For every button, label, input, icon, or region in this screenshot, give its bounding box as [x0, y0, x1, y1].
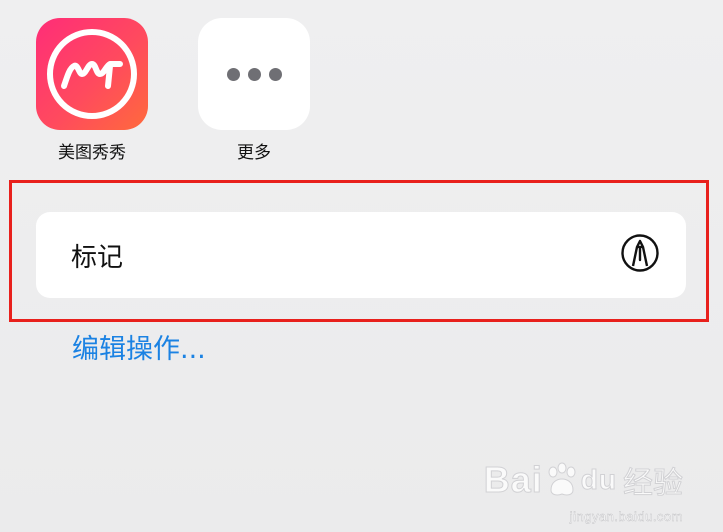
paw-icon — [545, 462, 579, 498]
markup-action-row[interactable]: 标记 — [36, 212, 686, 298]
watermark-url: jingyan.baidu.com — [569, 509, 683, 524]
dot-icon — [226, 67, 240, 81]
watermark-brand-latin: Bai — [483, 459, 543, 501]
app-more[interactable]: 更多 — [198, 18, 310, 163]
watermark-brand-cn: 经验 — [623, 466, 684, 502]
app-label-meitu: 美图秀秀 — [58, 143, 126, 163]
share-sheet-screen: 美图秀秀 更多 标记 编辑操作... Bai du 经验 jingyan.bai… — [0, 0, 723, 532]
more-dots-icon[interactable] — [198, 18, 310, 130]
watermark-brand-latin-suffix: du — [580, 464, 617, 496]
meitu-app-icon[interactable] — [36, 18, 148, 130]
baidu-jingyan-watermark: Bai du 经验 — [483, 458, 684, 502]
markup-pen-icon — [620, 233, 660, 277]
dot-icon — [268, 67, 282, 81]
edit-actions-link[interactable]: 编辑操作... — [72, 327, 206, 366]
markup-action-label: 标记 — [71, 242, 124, 273]
app-label-more: 更多 — [237, 143, 271, 163]
dot-icon — [247, 67, 261, 81]
app-meitu[interactable]: 美图秀秀 — [36, 18, 148, 163]
